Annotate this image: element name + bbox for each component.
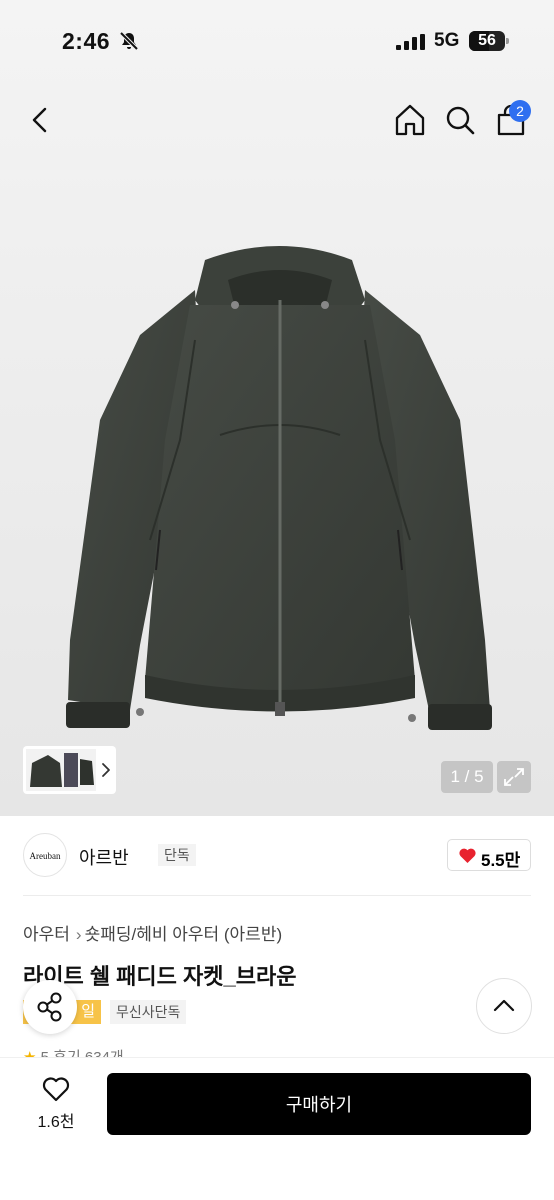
exclusive-tag: 무신사단독 [110, 1000, 187, 1024]
buy-button[interactable]: 구매하기 [107, 1073, 531, 1135]
brand-logo[interactable]: Areuban [23, 833, 67, 877]
fullscreen-button[interactable] [497, 761, 531, 793]
home-button[interactable] [390, 100, 430, 140]
battery-icon: 56 [469, 31, 509, 51]
product-gallery[interactable]: 2:46 5G 56 2 1 / 5 [0, 0, 554, 816]
divider [23, 895, 531, 896]
battery-level: 56 [478, 32, 496, 49]
heart-outline-icon [42, 1077, 70, 1102]
thumbnail-image[interactable] [26, 749, 96, 791]
breadcrumb-subcategory[interactable]: 숏패딩/헤비 아우터 (아르반) [85, 920, 283, 945]
breadcrumb: 아우터 › 숏패딩/헤비 아우터 (아르반) [23, 920, 282, 945]
chevron-up-icon [493, 999, 515, 1012]
thumbnail-strip[interactable] [23, 746, 116, 794]
brand-exclusive-tag: 단독 [158, 844, 196, 866]
rating-score: 5 [40, 1049, 49, 1058]
bell-muted-icon [119, 31, 139, 51]
search-button[interactable] [440, 100, 480, 140]
review-count: 후기 634개 [53, 1049, 124, 1058]
back-button[interactable] [22, 100, 58, 140]
heart-filled-icon [459, 848, 476, 864]
brand-name[interactable]: 아르반 [79, 844, 129, 870]
star-icon: ★ [23, 1049, 37, 1058]
chevron-left-icon [32, 107, 47, 133]
status-time: 2:46 [62, 28, 111, 54]
search-icon [446, 106, 475, 135]
brand-row: Areuban 아르반 단독 5.5만 [23, 833, 531, 879]
home-icon [395, 104, 425, 136]
brand-like-count: 5.5만 [481, 851, 521, 870]
status-bar: 2:46 5G 56 [0, 26, 554, 58]
breadcrumb-separator-icon: › [75, 925, 82, 944]
signal-icon [396, 34, 425, 50]
breadcrumb-category[interactable]: 아우터 [23, 920, 70, 945]
cart-badge: 2 [509, 100, 531, 122]
chevron-right-icon [102, 763, 110, 777]
wishlist-count: 1.6천 [37, 1114, 75, 1131]
brand-like-button[interactable]: 5.5만 [447, 839, 531, 871]
rating-row[interactable]: ★ 5 후기 634개 [23, 1046, 124, 1058]
bottom-action-bar: 1.6천 구매하기 [0, 1058, 554, 1200]
cart-button[interactable]: 2 [490, 100, 534, 140]
scroll-top-button[interactable] [476, 978, 532, 1034]
wishlist-button[interactable]: 1.6천 [30, 1076, 82, 1136]
network-type: 5G [434, 30, 460, 51]
expand-icon [504, 768, 524, 786]
share-icon [37, 992, 62, 1022]
page-indicator: 1 / 5 [441, 761, 493, 793]
share-button[interactable] [23, 980, 77, 1034]
product-image[interactable] [60, 240, 500, 740]
